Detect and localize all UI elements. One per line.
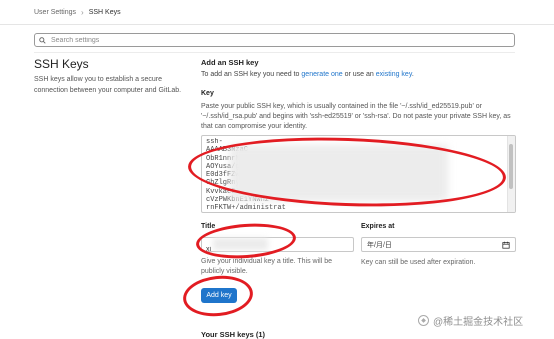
breadcrumb-ssh-keys[interactable]: SSH Keys (89, 9, 121, 16)
divider (34, 52, 515, 53)
add-ssh-key-heading: Add an SSH key (201, 58, 259, 67)
add-key-button[interactable]: Add key (201, 288, 237, 303)
expires-label: Expires at (361, 223, 395, 230)
key-textarea-scrollbar[interactable] (507, 136, 515, 212)
top-bar: User Settings › SSH Keys (0, 0, 554, 25)
juejin-logo-icon: ◆ (418, 315, 429, 326)
redaction-blur (230, 145, 448, 201)
page-title: SSH Keys (34, 57, 89, 71)
generate-one-link[interactable]: generate one (301, 71, 342, 78)
search-input[interactable] (49, 35, 493, 45)
search-settings[interactable] (34, 33, 515, 47)
breadcrumb: User Settings › SSH Keys (34, 8, 121, 17)
key-help-text: Paste your public SSH key, which is usua… (201, 103, 511, 130)
existing-key-link[interactable]: existing key (376, 71, 412, 78)
chevron-right-icon: › (81, 8, 84, 17)
key-label: Key (201, 90, 214, 97)
scrollbar-thumb[interactable] (509, 144, 513, 189)
expires-help-text: Key can still be used after expiration. (361, 259, 476, 266)
intro-text: To add an SSH key you need to (201, 71, 302, 78)
watermark: ◆ @稀土掘金技术社区 (418, 313, 523, 328)
breadcrumb-user-settings[interactable]: User Settings (34, 9, 76, 16)
title-help-text: Give your individual key a title. This w… (201, 258, 332, 275)
intro-text-end: . (411, 71, 414, 78)
add-ssh-key-intro: To add an SSH key you need to generate o… (201, 71, 414, 78)
expires-date-value: 年/月/日 (367, 241, 392, 249)
intro-text-middle: or use an (342, 71, 376, 78)
title-label: Title (201, 223, 216, 230)
watermark-text: @稀土掘金技术社区 (433, 317, 524, 328)
expires-date-input[interactable]: 年/月/日 (361, 237, 516, 252)
page-description: SSH keys allow you to establish a secure… (34, 76, 182, 94)
calendar-icon[interactable] (502, 241, 510, 249)
search-icon (39, 36, 46, 44)
redaction-blur-title (213, 238, 268, 250)
